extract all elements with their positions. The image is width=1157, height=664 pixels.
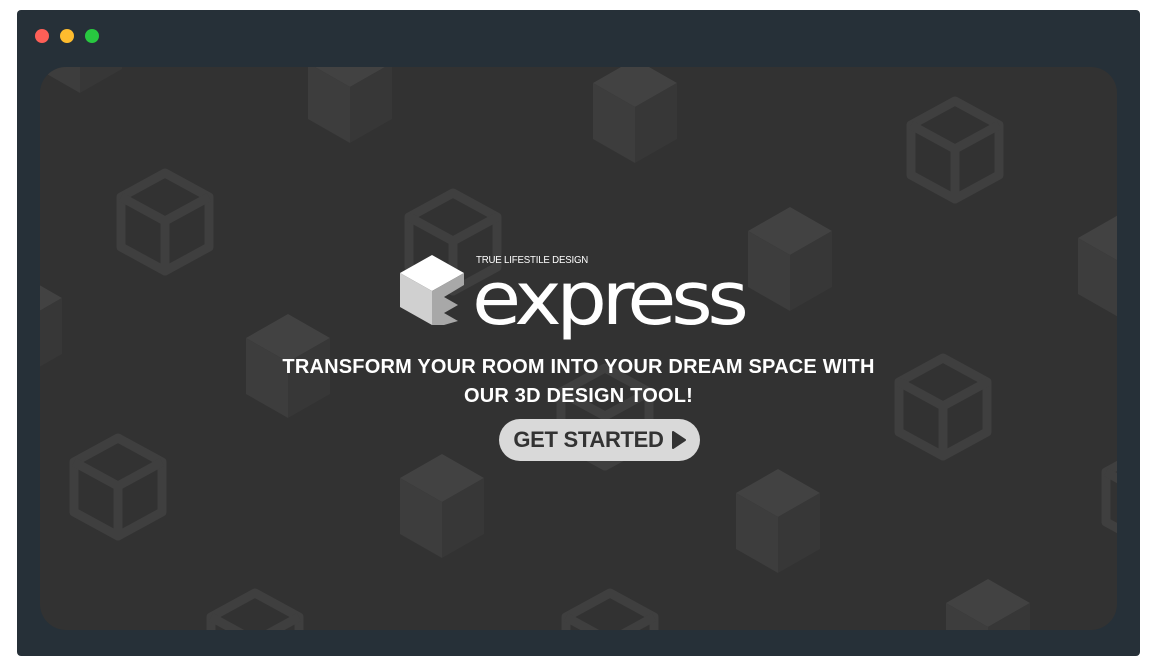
maximize-window-button[interactable]	[85, 29, 99, 43]
page-viewport: TRUE LIFESTILE DESIGN express TRANSFORM …	[40, 67, 1117, 630]
hero-section: TRUE LIFESTILE DESIGN express TRANSFORM …	[40, 67, 1117, 630]
get-started-button[interactable]: GET STARTED	[499, 419, 700, 461]
isometric-cube-logo-icon	[400, 255, 464, 325]
window-titlebar	[17, 10, 1140, 62]
express-logo[interactable]: TRUE LIFESTILE DESIGN express	[400, 252, 800, 336]
logo-wordmark: express	[472, 256, 749, 342]
get-started-label: GET STARTED	[513, 427, 664, 452]
hero-headline-line-1: TRANSFORM YOUR ROOM INTO YOUR DREAM SPAC…	[282, 356, 875, 378]
play-triangle-icon	[671, 431, 686, 449]
browser-window: TRUE LIFESTILE DESIGN express TRANSFORM …	[17, 10, 1140, 656]
hero-headline-line-2: OUR 3D DESIGN TOOL!	[463, 385, 693, 407]
hero-headline: TRANSFORM YOUR ROOM INTO YOUR DREAM SPAC…	[40, 353, 1117, 411]
minimize-window-button[interactable]	[60, 29, 74, 43]
close-window-button[interactable]	[35, 29, 49, 43]
